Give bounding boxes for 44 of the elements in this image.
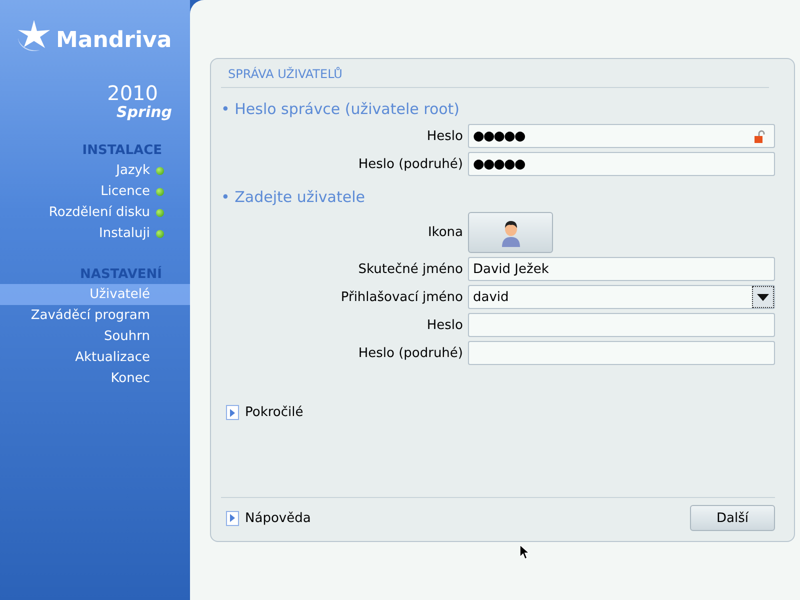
step-label: Licence <box>100 184 150 199</box>
input-field[interactable]: David Ježek <box>468 257 775 281</box>
group-title: • Zadejte uživatele <box>221 188 366 206</box>
step-item[interactable]: Konec <box>0 368 190 389</box>
password-field[interactable] <box>468 341 775 365</box>
field-label: Přihlašovací jméno <box>340 290 463 304</box>
step-label: Uživatelé <box>90 287 150 302</box>
step-item[interactable]: Zaváděcí program <box>0 305 190 326</box>
step-label: Konec <box>110 371 150 386</box>
password-field[interactable] <box>468 313 775 337</box>
version-label: 2010 <box>106 82 159 104</box>
edition-label: Spring <box>116 104 173 120</box>
step-item[interactable]: Jazyk <box>0 160 190 181</box>
field-label: Ikona <box>426 225 463 240</box>
field-label: Heslo <box>426 128 463 144</box>
help-expander[interactable]: Nápověda <box>226 510 311 526</box>
field-label: Skutečné jméno <box>357 262 463 276</box>
mouse-cursor-icon <box>520 545 530 560</box>
field-label: Heslo <box>426 318 463 332</box>
person-icon <box>500 218 522 246</box>
step-item[interactable]: Licence <box>0 181 190 202</box>
step-label: Jazyk <box>116 163 150 178</box>
group-title: • Heslo správce (uživatele root) <box>221 100 461 118</box>
step-item[interactable]: Rozdělení disku <box>0 202 190 223</box>
field-label: Heslo (podruhé) <box>357 156 463 172</box>
password-field[interactable]: ●●●●● <box>468 124 775 148</box>
step-label: Instaluji <box>99 226 150 241</box>
step-item[interactable]: Souhrn <box>0 326 190 347</box>
user-icon-button[interactable] <box>468 212 553 253</box>
next-button[interactable]: Další <box>690 505 775 531</box>
login-combo-field[interactable]: david <box>468 285 775 309</box>
password-field[interactable]: ●●●●● <box>468 152 775 176</box>
step-item[interactable]: Aktualizace <box>0 347 190 368</box>
section-title: INSTALACE <box>81 142 163 160</box>
field-label: Heslo (podruhé) <box>357 346 463 360</box>
step-label: Souhrn <box>104 329 150 344</box>
step-label: Zaváděcí program <box>30 308 150 323</box>
step-label: Aktualizace <box>75 350 150 365</box>
logo-text: Mandriva <box>56 28 172 54</box>
step-item[interactable]: Uživatelé <box>0 284 190 305</box>
step-item[interactable]: Instaluji <box>0 223 190 244</box>
advanced-expander[interactable]: Pokročilé <box>226 405 775 420</box>
panel-title: SPRÁVA UŽIVATELŮ <box>221 67 769 88</box>
step-label: Rozdělení disku <box>48 205 150 220</box>
